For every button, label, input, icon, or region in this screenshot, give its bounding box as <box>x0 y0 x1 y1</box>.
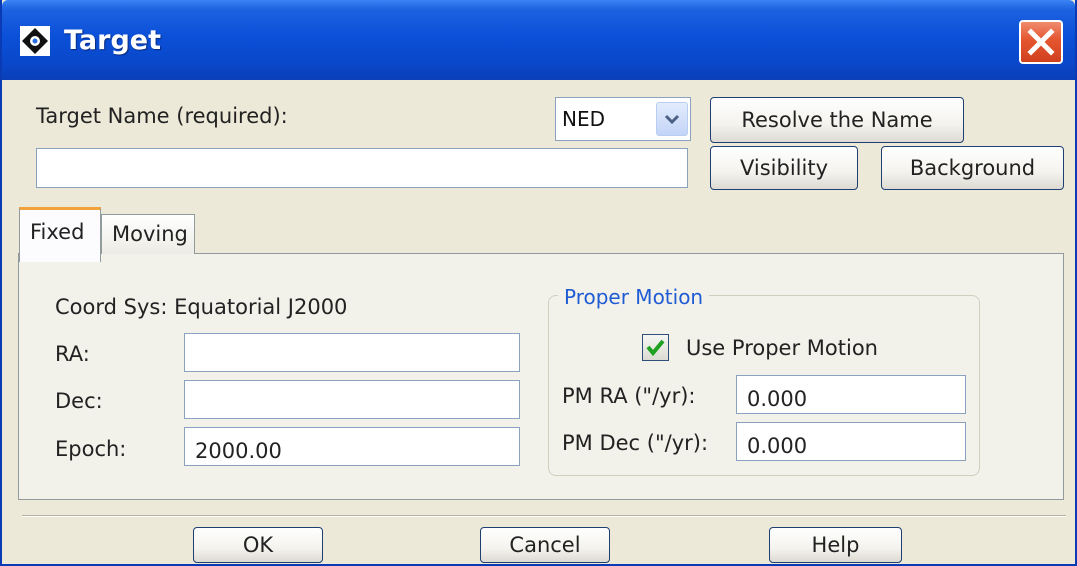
pm-dec-label: PM Dec ("/yr): <box>562 431 709 455</box>
target-dialog: Target Target Name (required): NED Resol… <box>0 0 1077 566</box>
dec-input[interactable] <box>184 380 520 419</box>
chevron-down-icon <box>664 114 680 125</box>
window-title: Target <box>64 25 162 56</box>
use-proper-motion-checkbox[interactable] <box>642 334 669 361</box>
background-button[interactable]: Background <box>881 146 1064 190</box>
footer-separator-highlight <box>22 516 1066 517</box>
checkmark-icon <box>646 339 665 357</box>
ra-label: RA: <box>55 342 90 366</box>
pm-dec-input[interactable] <box>736 422 966 461</box>
resolver-selected-value: NED <box>562 107 605 131</box>
title-bar[interactable]: Target <box>2 0 1075 80</box>
dropdown-arrow[interactable] <box>656 102 688 136</box>
resolver-select[interactable]: NED <box>555 97 691 141</box>
pm-ra-input[interactable] <box>736 375 966 414</box>
diamond-app-icon <box>20 26 50 56</box>
tab-fixed[interactable]: Fixed <box>19 207 101 262</box>
tab-moving[interactable]: Moving <box>101 214 195 254</box>
use-proper-motion-label: Use Proper Motion <box>686 336 878 360</box>
close-button[interactable] <box>1019 20 1063 64</box>
epoch-input[interactable] <box>184 427 520 466</box>
dec-label: Dec: <box>55 389 103 413</box>
ok-button[interactable]: OK <box>193 527 323 563</box>
target-name-label: Target Name (required): <box>36 104 288 128</box>
help-button[interactable]: Help <box>769 527 902 563</box>
target-name-input[interactable] <box>36 148 688 188</box>
pm-ra-label: PM RA ("/yr): <box>562 384 696 408</box>
coord-sys-label: Coord Sys: Equatorial J2000 <box>55 295 348 319</box>
close-x-icon <box>1027 28 1055 56</box>
proper-motion-title: Proper Motion <box>558 285 710 309</box>
ra-input[interactable] <box>184 333 520 372</box>
resolve-name-button[interactable]: Resolve the Name <box>710 97 964 143</box>
epoch-label: Epoch: <box>55 437 127 461</box>
visibility-button[interactable]: Visibility <box>710 146 858 190</box>
cancel-button[interactable]: Cancel <box>480 527 610 563</box>
